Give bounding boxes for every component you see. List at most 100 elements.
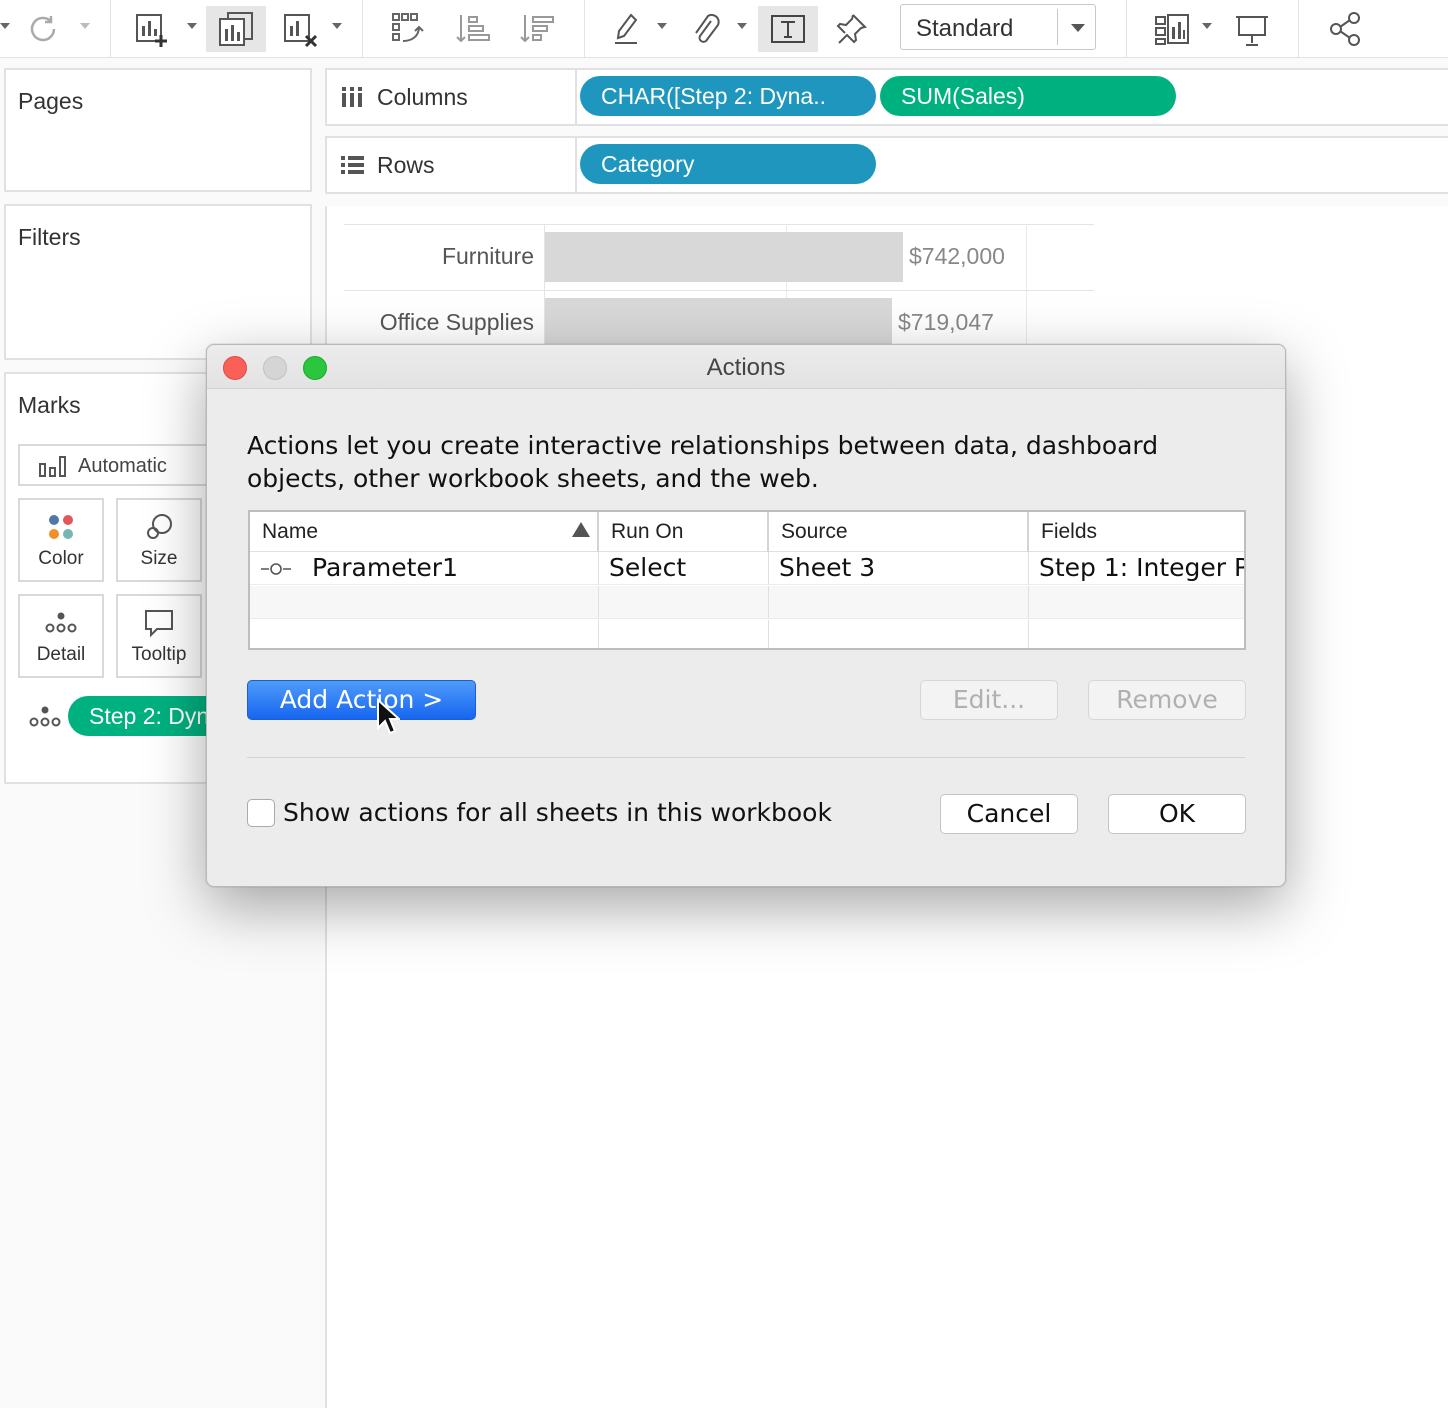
columns-pill-label: SUM(Sales) — [901, 83, 1025, 109]
sort-ascending-icon[interactable] — [448, 6, 498, 52]
color-card-label: Color — [38, 548, 84, 569]
viz-row: Furniture $742,000 — [344, 224, 1094, 290]
presentation-icon[interactable] — [1228, 6, 1276, 52]
pin-icon[interactable] — [828, 6, 874, 52]
fit-select-value: Standard — [916, 15, 1014, 42]
rows-shelf[interactable]: Rows — [325, 136, 1448, 194]
dropdown-caret[interactable] — [737, 23, 747, 29]
dropdown-caret[interactable] — [657, 23, 667, 29]
table-row — [250, 620, 1244, 648]
sales-bar[interactable] — [545, 298, 892, 348]
empty-cell — [599, 586, 769, 618]
empty-cell — [769, 586, 1029, 618]
rows-shelf-label: Rows — [327, 138, 577, 192]
column-header-label: Source — [781, 520, 848, 543]
clear-sheet-icon[interactable] — [274, 6, 324, 52]
parameter-action-icon — [261, 563, 291, 575]
show-all-sheets-checkbox[interactable] — [247, 799, 275, 827]
sales-value-label: $719,047 — [898, 309, 994, 335]
dialog-title: Actions — [706, 354, 786, 381]
size-card[interactable]: Size — [116, 498, 202, 582]
action-name-cell: Parameter1 — [250, 552, 599, 584]
detail-icon — [20, 608, 102, 638]
table-row[interactable]: Parameter1 Select Sheet 3 Step 1: Intege… — [250, 552, 1244, 585]
swap-icon[interactable] — [382, 6, 432, 52]
color-card[interactable]: Color — [18, 498, 104, 582]
tooltip-card-label: Tooltip — [131, 644, 187, 665]
action-source: Sheet 3 — [779, 553, 876, 582]
filters-title: Filters — [18, 224, 81, 250]
pages-pane[interactable]: Pages — [4, 68, 312, 192]
columns-icon — [342, 87, 362, 107]
rows-pill[interactable]: Category — [580, 144, 876, 184]
size-card-label: Size — [140, 548, 178, 569]
empty-cell — [769, 620, 1029, 648]
toolbar-separator — [1298, 0, 1299, 58]
dropdown-caret[interactable] — [1202, 23, 1212, 29]
toolbar-separator — [362, 0, 363, 58]
dialog-titlebar: Actions — [207, 345, 1285, 389]
columns-label: Columns — [377, 84, 468, 110]
size-icon — [118, 512, 200, 542]
rows-pill-label: Category — [601, 151, 695, 177]
cancel-button[interactable]: Cancel — [940, 794, 1078, 834]
column-header-label: Run On — [611, 520, 684, 543]
edit-button: Edit... — [920, 680, 1058, 720]
dialog-divider — [247, 757, 1245, 758]
show-all-sheets-label[interactable]: Show actions for all sheets in this work… — [283, 798, 832, 827]
remove-button: Remove — [1088, 680, 1246, 720]
color-icon — [20, 512, 102, 542]
action-run-on-cell: Select — [599, 552, 769, 584]
tooltip-icon — [118, 608, 200, 638]
columns-pill[interactable]: CHAR([Step 2: Dyna.. — [580, 76, 876, 116]
sales-bar[interactable] — [545, 232, 903, 282]
action-run-on: Select — [609, 553, 687, 582]
toolbar-separator — [584, 0, 585, 58]
bar-chart-icon — [39, 456, 66, 477]
action-source-cell: Sheet 3 — [769, 552, 1029, 584]
add-action-button[interactable]: Add Action > — [247, 680, 476, 720]
actions-dialog: Actions Actions let you create interacti… — [206, 344, 1286, 887]
sort-descending-icon[interactable] — [512, 6, 562, 52]
marks-title: Marks — [18, 392, 81, 418]
toolbar-separator — [110, 0, 111, 58]
columns-shelf-label: Columns — [327, 70, 577, 124]
refresh-icon[interactable] — [20, 6, 66, 52]
ok-button[interactable]: OK — [1108, 794, 1246, 834]
tooltip-card[interactable]: Tooltip — [116, 594, 202, 678]
column-header-source[interactable]: Source — [769, 512, 1029, 552]
actions-table: Name Run On Source Fields Parameter1 Sel… — [248, 510, 1246, 650]
fit-select[interactable]: Standard — [900, 4, 1096, 50]
action-name: Parameter1 — [312, 553, 458, 582]
duplicate-sheet-icon[interactable] — [206, 6, 266, 52]
action-fields: Step 1: Integer Parameter — [1039, 553, 1244, 582]
attach-icon[interactable] — [682, 6, 728, 52]
new-worksheet-icon[interactable] — [126, 6, 176, 52]
columns-pill[interactable]: SUM(Sales) — [880, 76, 1176, 116]
column-header-name[interactable]: Name — [250, 512, 599, 552]
highlight-icon[interactable] — [604, 6, 650, 52]
toolbar-separator — [1126, 0, 1127, 58]
empty-cell — [599, 620, 769, 648]
filters-pane[interactable]: Filters — [4, 204, 312, 360]
show-me-icon[interactable] — [1146, 6, 1196, 52]
column-header-fields[interactable]: Fields — [1029, 512, 1244, 552]
chevron-down-icon — [1071, 24, 1085, 32]
toolbar: Standard — [0, 0, 1448, 58]
column-header-run-on[interactable]: Run On — [599, 512, 769, 552]
table-row — [250, 586, 1244, 619]
mark-type-select[interactable]: Automatic — [18, 444, 208, 486]
dropdown-caret[interactable] — [187, 23, 197, 29]
rows-label: Rows — [377, 152, 435, 178]
empty-cell — [250, 586, 599, 618]
sales-value-label: $742,000 — [909, 243, 1005, 269]
dropdown-caret[interactable] — [332, 23, 342, 29]
rows-icon — [341, 156, 364, 174]
dropdown-caret[interactable] — [80, 23, 90, 29]
detail-card[interactable]: Detail — [18, 594, 104, 678]
sort-ascending-icon — [572, 522, 590, 537]
text-label-icon[interactable] — [758, 6, 818, 52]
dropdown-caret[interactable] — [0, 23, 10, 29]
share-icon[interactable] — [1322, 6, 1368, 52]
mark-type-label: Automatic — [78, 455, 167, 477]
